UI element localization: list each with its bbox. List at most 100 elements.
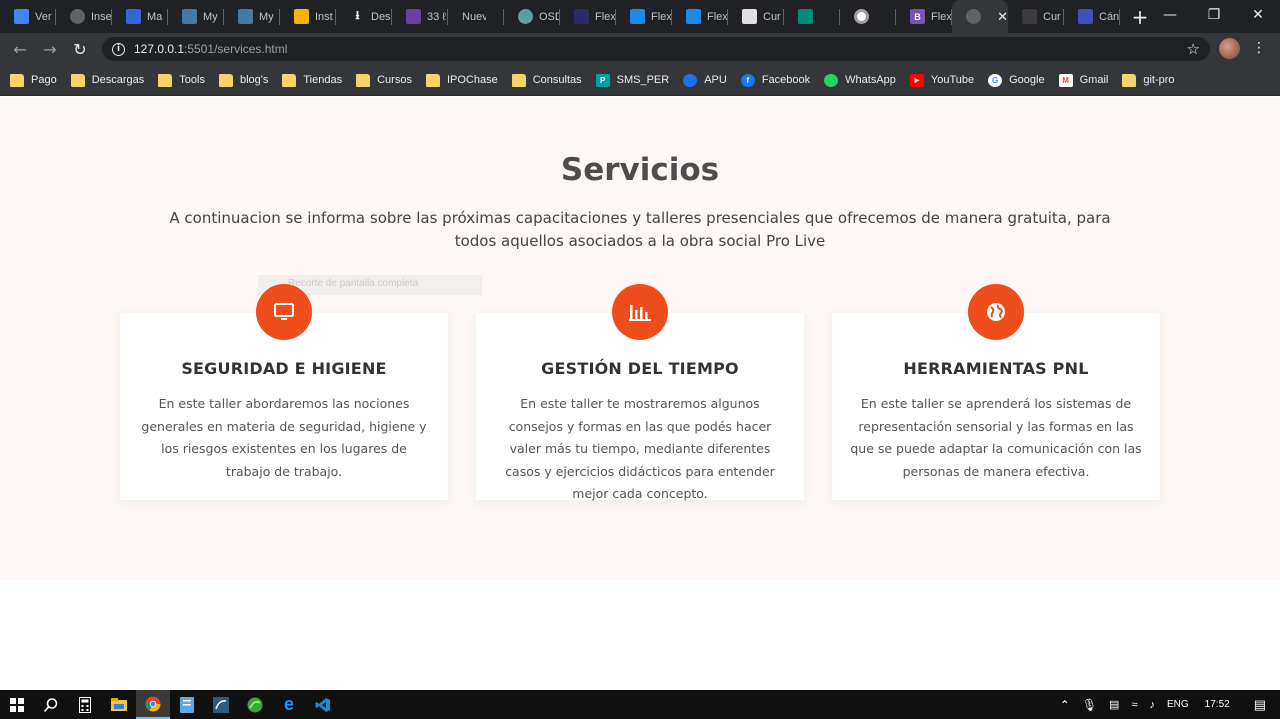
browser-tab[interactable]: My bbox=[224, 0, 280, 33]
bookmark-label: blog's bbox=[239, 74, 269, 86]
bookmark-label: Tools bbox=[179, 74, 205, 86]
calculator-icon[interactable] bbox=[68, 690, 102, 719]
browser-tab[interactable]: ⭳ Des bbox=[336, 0, 392, 33]
browser-tab[interactable]: Cur bbox=[1008, 0, 1064, 33]
input-language[interactable]: ENG bbox=[1167, 699, 1189, 710]
bookmark-item[interactable]: f Facebook bbox=[740, 73, 810, 87]
restore-icon[interactable]: ❐ bbox=[1192, 0, 1236, 30]
address-bar[interactable]: i 127.0.0.1:5501/services.html ☆ bbox=[102, 37, 1210, 61]
bootstrap-icon: B bbox=[910, 9, 925, 24]
profile-avatar[interactable] bbox=[1219, 38, 1240, 59]
tab-title: Cur bbox=[763, 10, 781, 23]
microphone-icon[interactable]: 🎙 bbox=[1082, 698, 1097, 712]
browser-tab[interactable]: Ma bbox=[112, 0, 168, 33]
folder-icon bbox=[282, 73, 297, 87]
page-lead: A continuacion se informa sobre las próx… bbox=[169, 209, 1111, 250]
browser-tab[interactable]: Cur bbox=[728, 0, 784, 33]
notes-app-icon[interactable] bbox=[170, 690, 204, 719]
bookmark-item[interactable]: Pago bbox=[10, 73, 57, 87]
bookmark-item[interactable]: git-pro bbox=[1122, 73, 1175, 87]
windows-start-icon[interactable] bbox=[0, 690, 34, 719]
service-card-security: SEGURIDAD E HIGIENE En este taller abord… bbox=[120, 284, 448, 500]
browser-tab[interactable]: 33 ℓ bbox=[392, 0, 448, 33]
bookmark-item[interactable]: Tiendas bbox=[282, 73, 342, 87]
edge-icon[interactable]: e bbox=[272, 690, 306, 719]
service-description: En este taller se aprenderá los sistemas… bbox=[850, 396, 1142, 479]
browser-tab[interactable]: Flex bbox=[672, 0, 728, 33]
browser-menu-icon[interactable]: ⋮ bbox=[1252, 41, 1266, 55]
globe-icon bbox=[987, 303, 1005, 321]
clock[interactable]: 17:52 bbox=[1205, 699, 1230, 710]
vscode-icon[interactable] bbox=[306, 690, 340, 719]
globe-icon bbox=[966, 9, 981, 24]
mysql-workbench-icon[interactable] bbox=[204, 690, 238, 719]
browser-tab[interactable]: OSD bbox=[504, 0, 560, 33]
bookmark-item[interactable]: APU bbox=[683, 73, 727, 87]
forward-icon[interactable]: → bbox=[35, 34, 65, 64]
service-title: GESTIÓN DEL TIEMPO bbox=[541, 359, 739, 378]
notifications-icon[interactable]: ▤ bbox=[1254, 697, 1266, 713]
bookmark-item[interactable]: M Gmail bbox=[1058, 73, 1109, 87]
search-icon[interactable] bbox=[34, 690, 68, 719]
tab-title: Ma bbox=[147, 10, 163, 23]
reload-icon[interactable]: ↻ bbox=[65, 34, 95, 64]
bookmark-item[interactable]: IPOChase bbox=[425, 73, 498, 87]
browser-tab[interactable]: Nueva p bbox=[448, 0, 504, 33]
bookmark-item[interactable]: ▶ YouTube bbox=[909, 73, 974, 87]
browser-tab[interactable]: Ver bbox=[0, 0, 56, 33]
service-description: En este taller te mostraremos algunos co… bbox=[505, 396, 775, 501]
browser-tab[interactable]: Cán bbox=[1064, 0, 1120, 33]
browser-tab[interactable]: Inst bbox=[280, 0, 336, 33]
battery-icon[interactable]: ▤ bbox=[1109, 698, 1119, 711]
close-window-icon[interactable]: ✕ bbox=[1236, 0, 1280, 30]
service-icon-circle bbox=[612, 284, 668, 340]
facebook-icon: f bbox=[740, 73, 755, 87]
chrome-icon[interactable] bbox=[136, 690, 170, 719]
folder-icon bbox=[158, 73, 173, 87]
tab-title: Des bbox=[371, 10, 391, 23]
browser-tab[interactable]: Flex bbox=[560, 0, 616, 33]
bookmark-item[interactable]: WhatsApp bbox=[824, 73, 896, 87]
service-description: En este taller abordaremos las nociones … bbox=[141, 396, 427, 479]
bookmark-item[interactable]: P SMS_PER bbox=[595, 73, 670, 87]
bookmark-label: APU bbox=[704, 74, 727, 86]
wifi-icon[interactable]: ≈ bbox=[1131, 699, 1137, 711]
meet-icon bbox=[798, 9, 813, 24]
minimize-icon[interactable]: — bbox=[1148, 0, 1192, 30]
tray-chevron-icon[interactable]: ⌃ bbox=[1060, 698, 1070, 712]
slides-icon bbox=[294, 9, 309, 24]
green-app-icon[interactable] bbox=[238, 690, 272, 719]
youtube-icon: ▶ bbox=[909, 73, 924, 87]
tab-title: 33 ℓ bbox=[427, 10, 446, 23]
file-explorer-icon[interactable] bbox=[102, 690, 136, 719]
browser-tab[interactable]: Flex bbox=[616, 0, 672, 33]
bookmark-item[interactable]: Cursos bbox=[356, 73, 412, 87]
url-host: 127.0.0.1 bbox=[134, 42, 185, 56]
bookmark-item[interactable]: Consultas bbox=[511, 73, 582, 87]
folder-icon bbox=[10, 73, 24, 87]
browser-tab[interactable]: ✕ bbox=[952, 0, 1008, 33]
folder-icon bbox=[218, 73, 233, 87]
browser-tab[interactable]: My bbox=[168, 0, 224, 33]
folder-icon bbox=[1122, 73, 1137, 87]
bookmark-item[interactable]: Descargas bbox=[70, 73, 144, 87]
bookmark-item[interactable]: blog's bbox=[218, 73, 269, 87]
browser-tab[interactable] bbox=[784, 0, 840, 33]
browser-tab[interactable]: B Flex bbox=[896, 0, 952, 33]
volume-icon[interactable]: ♪ bbox=[1150, 699, 1156, 711]
back-icon[interactable]: ← bbox=[5, 34, 35, 64]
site-info-icon[interactable]: i bbox=[112, 42, 125, 56]
bookmark-label: Gmail bbox=[1079, 74, 1109, 86]
service-icon-circle bbox=[968, 284, 1024, 340]
close-tab-icon[interactable]: ✕ bbox=[997, 9, 1008, 25]
monitor-icon bbox=[274, 303, 294, 320]
browser-tab[interactable]: Inse bbox=[56, 0, 112, 33]
bookmark-item[interactable]: Tools bbox=[158, 73, 205, 87]
bookmark-label: SMS_PER bbox=[616, 74, 670, 86]
browser-tab[interactable] bbox=[840, 0, 896, 33]
bookmark-item[interactable]: G Google bbox=[988, 73, 1045, 87]
url-path: :5501/services.html bbox=[184, 42, 288, 56]
tab-title: OSD bbox=[539, 10, 560, 23]
bookmark-star-icon[interactable]: ☆ bbox=[1187, 40, 1200, 58]
service-title: SEGURIDAD E HIGIENE bbox=[181, 359, 387, 378]
